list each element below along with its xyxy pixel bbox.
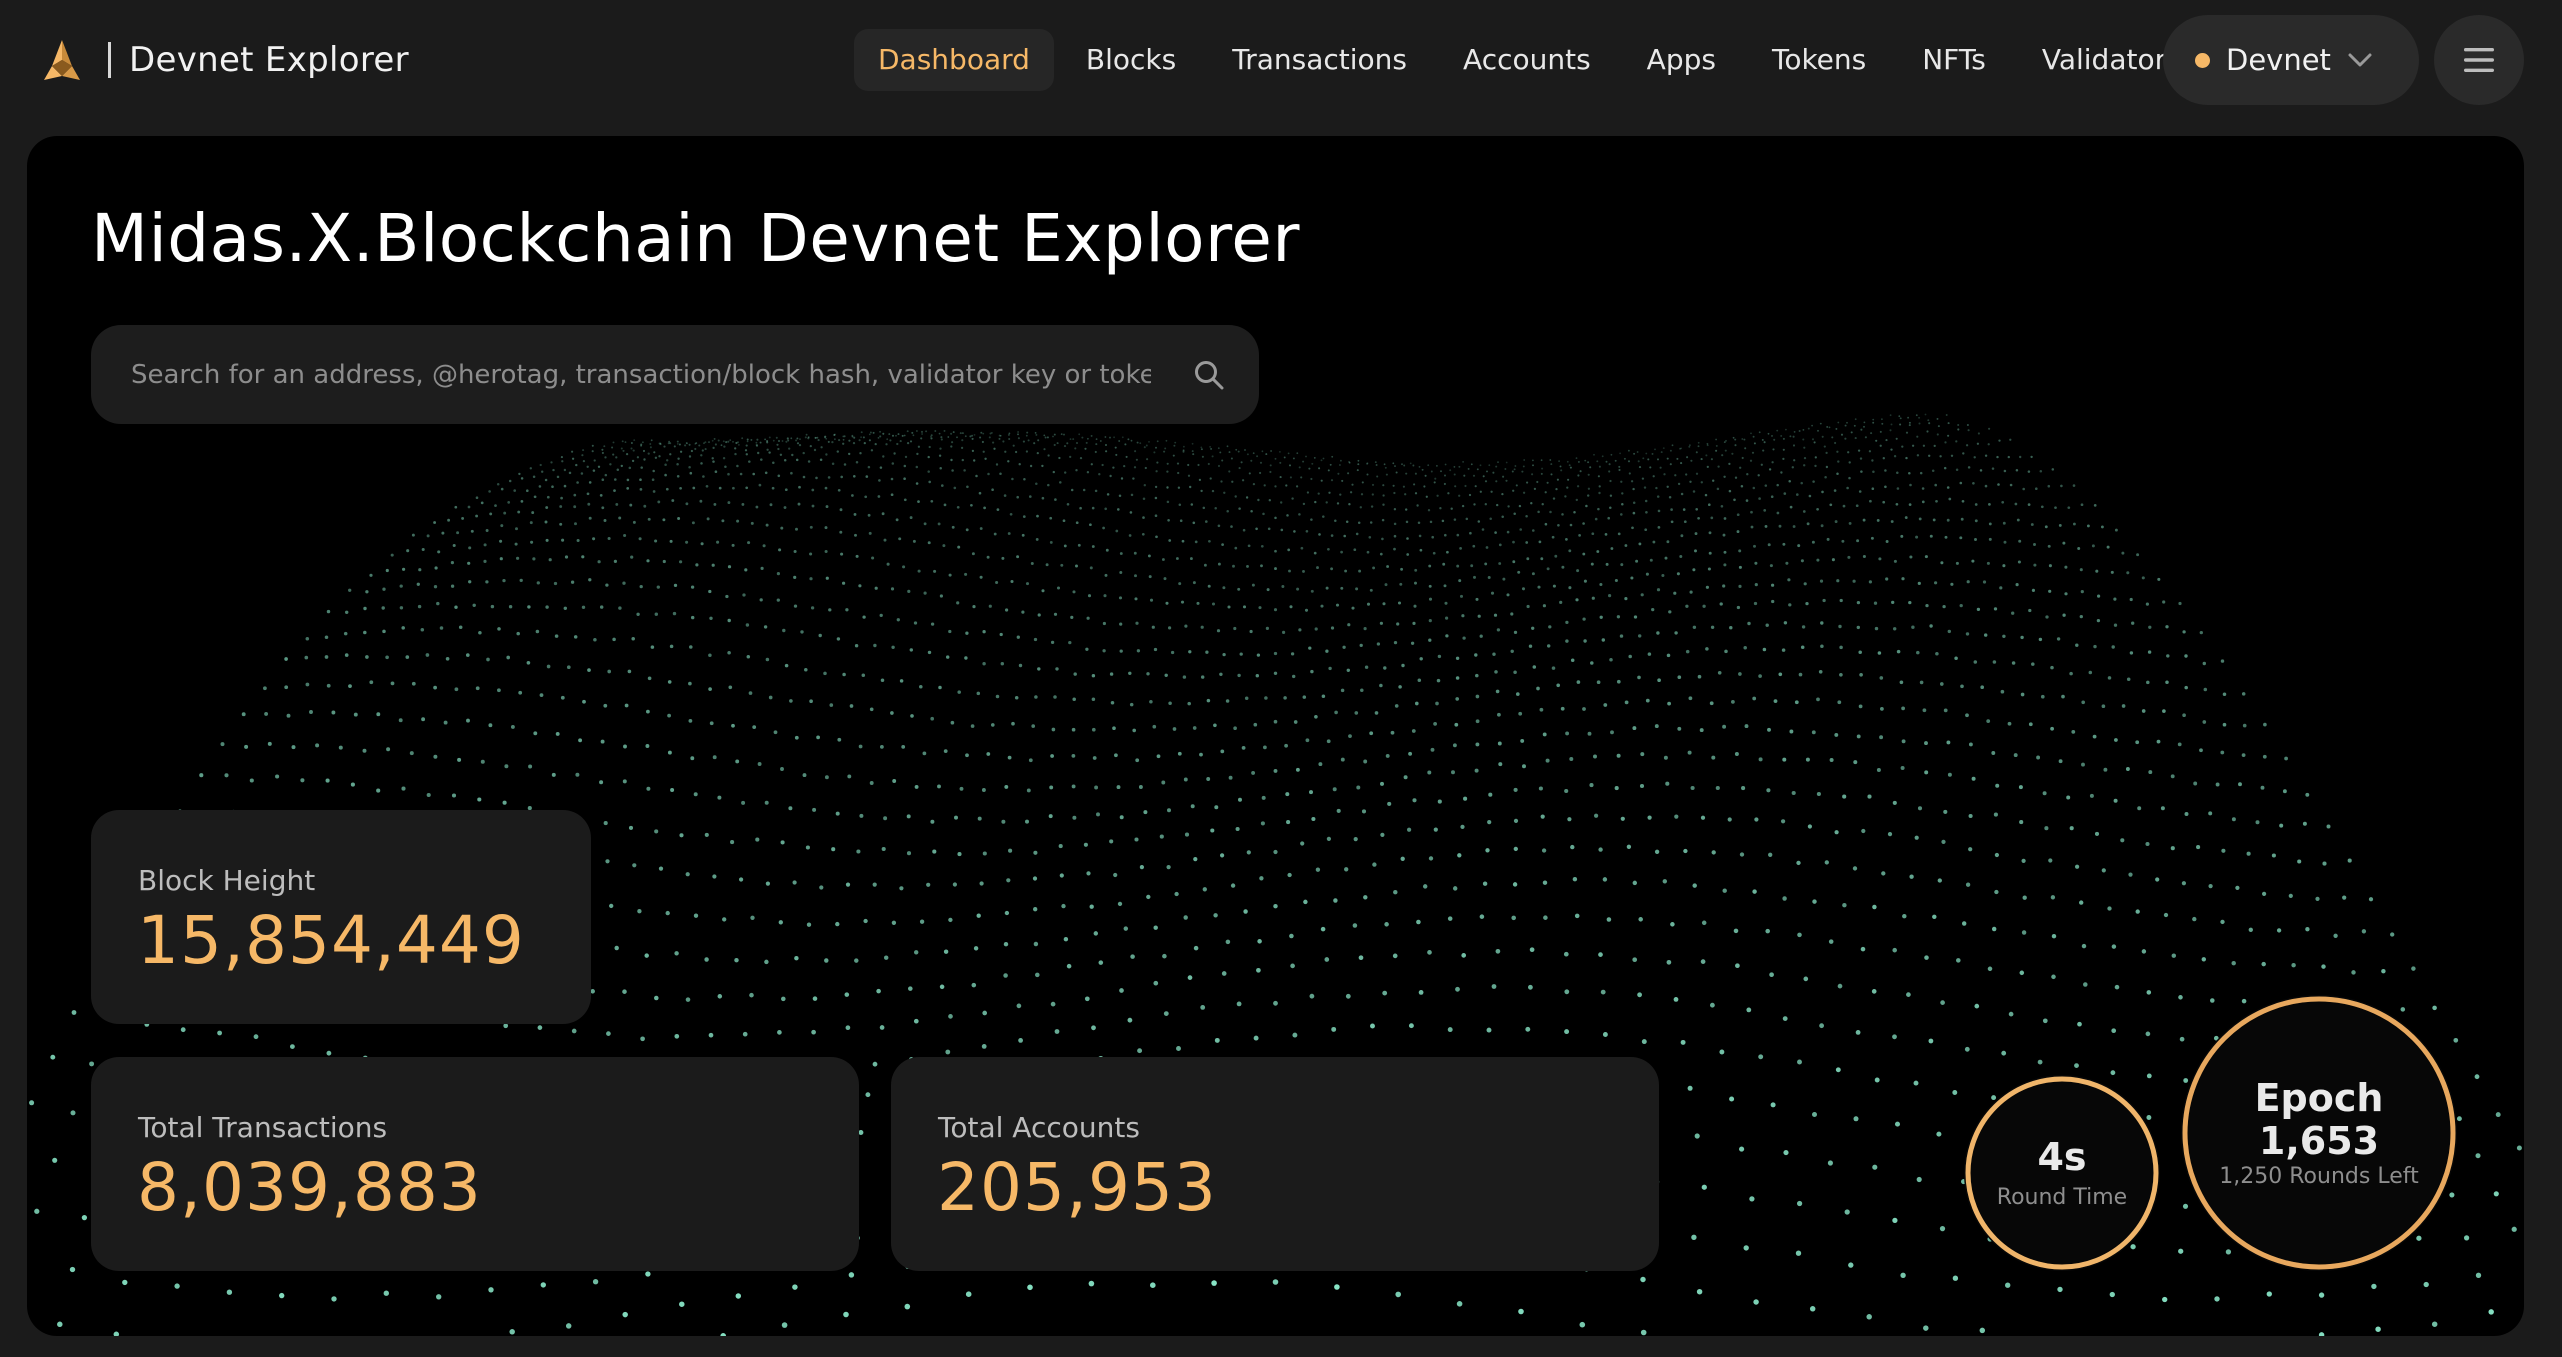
total-transactions-card[interactable]: Total Transactions 8,039,883 bbox=[91, 1057, 859, 1271]
menu-button[interactable] bbox=[2434, 15, 2524, 105]
nav-tokens[interactable]: Tokens bbox=[1748, 29, 1890, 91]
nav-transactions[interactable]: Transactions bbox=[1208, 29, 1431, 91]
search-icon[interactable] bbox=[1193, 359, 1225, 391]
round-time-label: Round Time bbox=[1996, 1184, 2128, 1210]
total-accounts-card[interactable]: Total Accounts 205,953 bbox=[891, 1057, 1659, 1271]
epoch-rounds-left: 1,250 Rounds Left bbox=[2219, 1164, 2419, 1190]
nav-blocks[interactable]: Blocks bbox=[1062, 29, 1200, 91]
hero-panel: Midas.X.Blockchain Devnet Explorer Block… bbox=[27, 136, 2524, 1336]
round-time-value: 4s bbox=[2037, 1135, 2087, 1180]
total-transactions-value: 8,039,883 bbox=[137, 1149, 482, 1226]
chevron-down-icon bbox=[2348, 53, 2372, 67]
brand[interactable]: Devnet Explorer bbox=[38, 32, 409, 88]
network-selector[interactable]: Devnet bbox=[2163, 15, 2419, 105]
total-accounts-value: 205,953 bbox=[937, 1149, 1217, 1226]
block-height-value: 15,854,449 bbox=[137, 902, 525, 979]
hamburger-icon bbox=[2464, 48, 2494, 72]
block-height-label: Block Height bbox=[138, 864, 316, 897]
nav-nfts[interactable]: NFTs bbox=[1898, 29, 2010, 91]
page-title: Midas.X.Blockchain Devnet Explorer bbox=[91, 200, 1300, 277]
epoch-indicator: Epoch 1,653 1,250 Rounds Left bbox=[2181, 995, 2457, 1271]
network-label: Devnet bbox=[2226, 43, 2331, 77]
nav-apps[interactable]: Apps bbox=[1623, 29, 1740, 91]
epoch-value: 1,653 bbox=[2258, 1118, 2380, 1163]
search-input[interactable] bbox=[91, 325, 1151, 424]
logo-icon bbox=[44, 40, 80, 80]
total-accounts-label: Total Accounts bbox=[938, 1111, 1140, 1144]
main-nav: Dashboard Blocks Transactions Accounts A… bbox=[854, 29, 2213, 91]
top-navigation-bar: Devnet Explorer Dashboard Blocks Transac… bbox=[0, 0, 2562, 122]
nav-dashboard[interactable]: Dashboard bbox=[854, 29, 1054, 91]
round-time-indicator: 4s Round Time bbox=[1964, 1075, 2160, 1271]
nav-accounts[interactable]: Accounts bbox=[1439, 29, 1615, 91]
total-transactions-label: Total Transactions bbox=[138, 1111, 388, 1144]
brand-divider bbox=[108, 42, 111, 78]
block-height-card[interactable]: Block Height 15,854,449 bbox=[91, 810, 591, 1024]
epoch-label: Epoch bbox=[2254, 1075, 2384, 1120]
search-box bbox=[91, 325, 1259, 424]
network-status-dot bbox=[2195, 52, 2210, 68]
brand-title: Devnet Explorer bbox=[129, 40, 409, 80]
